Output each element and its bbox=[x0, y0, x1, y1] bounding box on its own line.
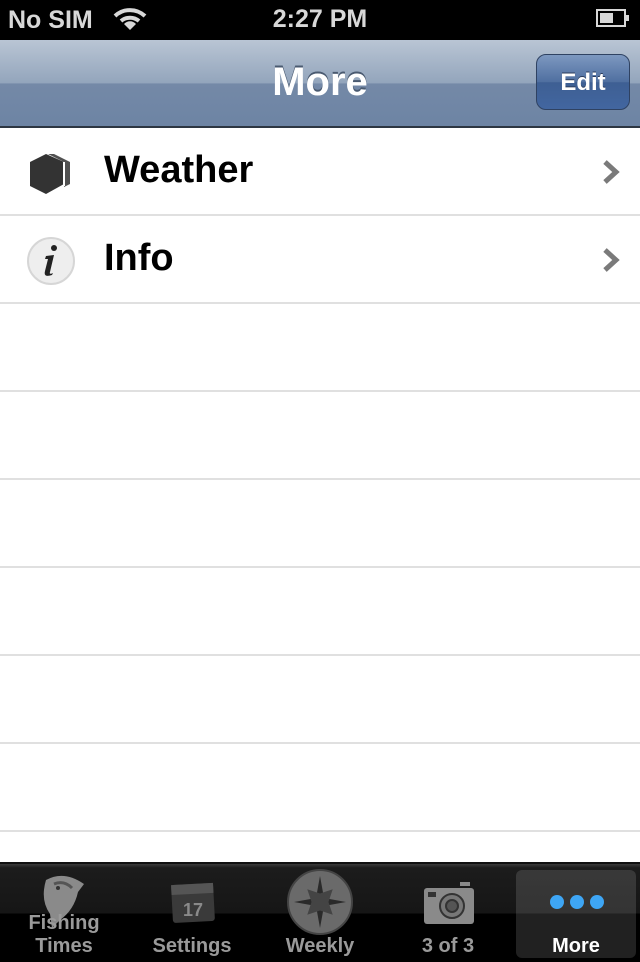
hexagon-icon bbox=[30, 154, 70, 194]
calendar-icon: 17 bbox=[171, 882, 215, 923]
clock: 2:27 PM bbox=[272, 5, 368, 33]
list-item-label: Weather bbox=[104, 149, 254, 191]
tab-label: Weekly bbox=[285, 935, 355, 957]
tab-weekly[interactable]: Weekly bbox=[256, 864, 384, 962]
list-item-weather[interactable]: Weather bbox=[0, 128, 640, 216]
tab-label: More bbox=[552, 935, 600, 957]
edit-button[interactable]: Edit bbox=[536, 54, 630, 110]
empty-row bbox=[0, 744, 640, 832]
navigation-bar: More Edit bbox=[0, 40, 640, 128]
empty-row bbox=[0, 392, 640, 480]
empty-row bbox=[0, 480, 640, 568]
info-icon bbox=[27, 237, 75, 285]
compass-icon bbox=[287, 869, 353, 935]
tab-label: Settings bbox=[152, 935, 232, 957]
more-list: Weather Info bbox=[0, 128, 640, 832]
chevron-right-icon bbox=[603, 160, 620, 184]
empty-row bbox=[0, 568, 640, 656]
more-dots-icon bbox=[550, 895, 604, 909]
tab-bar: Fishing Times 17 Settings Weekly 3 of 3 bbox=[0, 862, 640, 962]
chevron-right-icon bbox=[603, 248, 620, 272]
tab-more[interactable]: More bbox=[512, 864, 640, 962]
svg-text:17: 17 bbox=[183, 900, 203, 920]
empty-row bbox=[0, 304, 640, 392]
tab-settings[interactable]: 17 Settings bbox=[128, 864, 256, 962]
camera-icon bbox=[424, 882, 474, 924]
list-item-label: Info bbox=[104, 237, 174, 279]
tab-label: 3 of 3 bbox=[421, 935, 475, 957]
tab-3-of-3[interactable]: 3 of 3 bbox=[384, 864, 512, 962]
battery-icon bbox=[596, 9, 629, 27]
list-item-info[interactable]: Info bbox=[0, 216, 640, 304]
status-bar: No SIM 2:27 PM bbox=[0, 0, 640, 40]
tab-label: Fishing Times bbox=[28, 912, 100, 957]
tab-fishing-times[interactable]: Fishing Times bbox=[0, 864, 128, 962]
empty-row bbox=[0, 656, 640, 744]
